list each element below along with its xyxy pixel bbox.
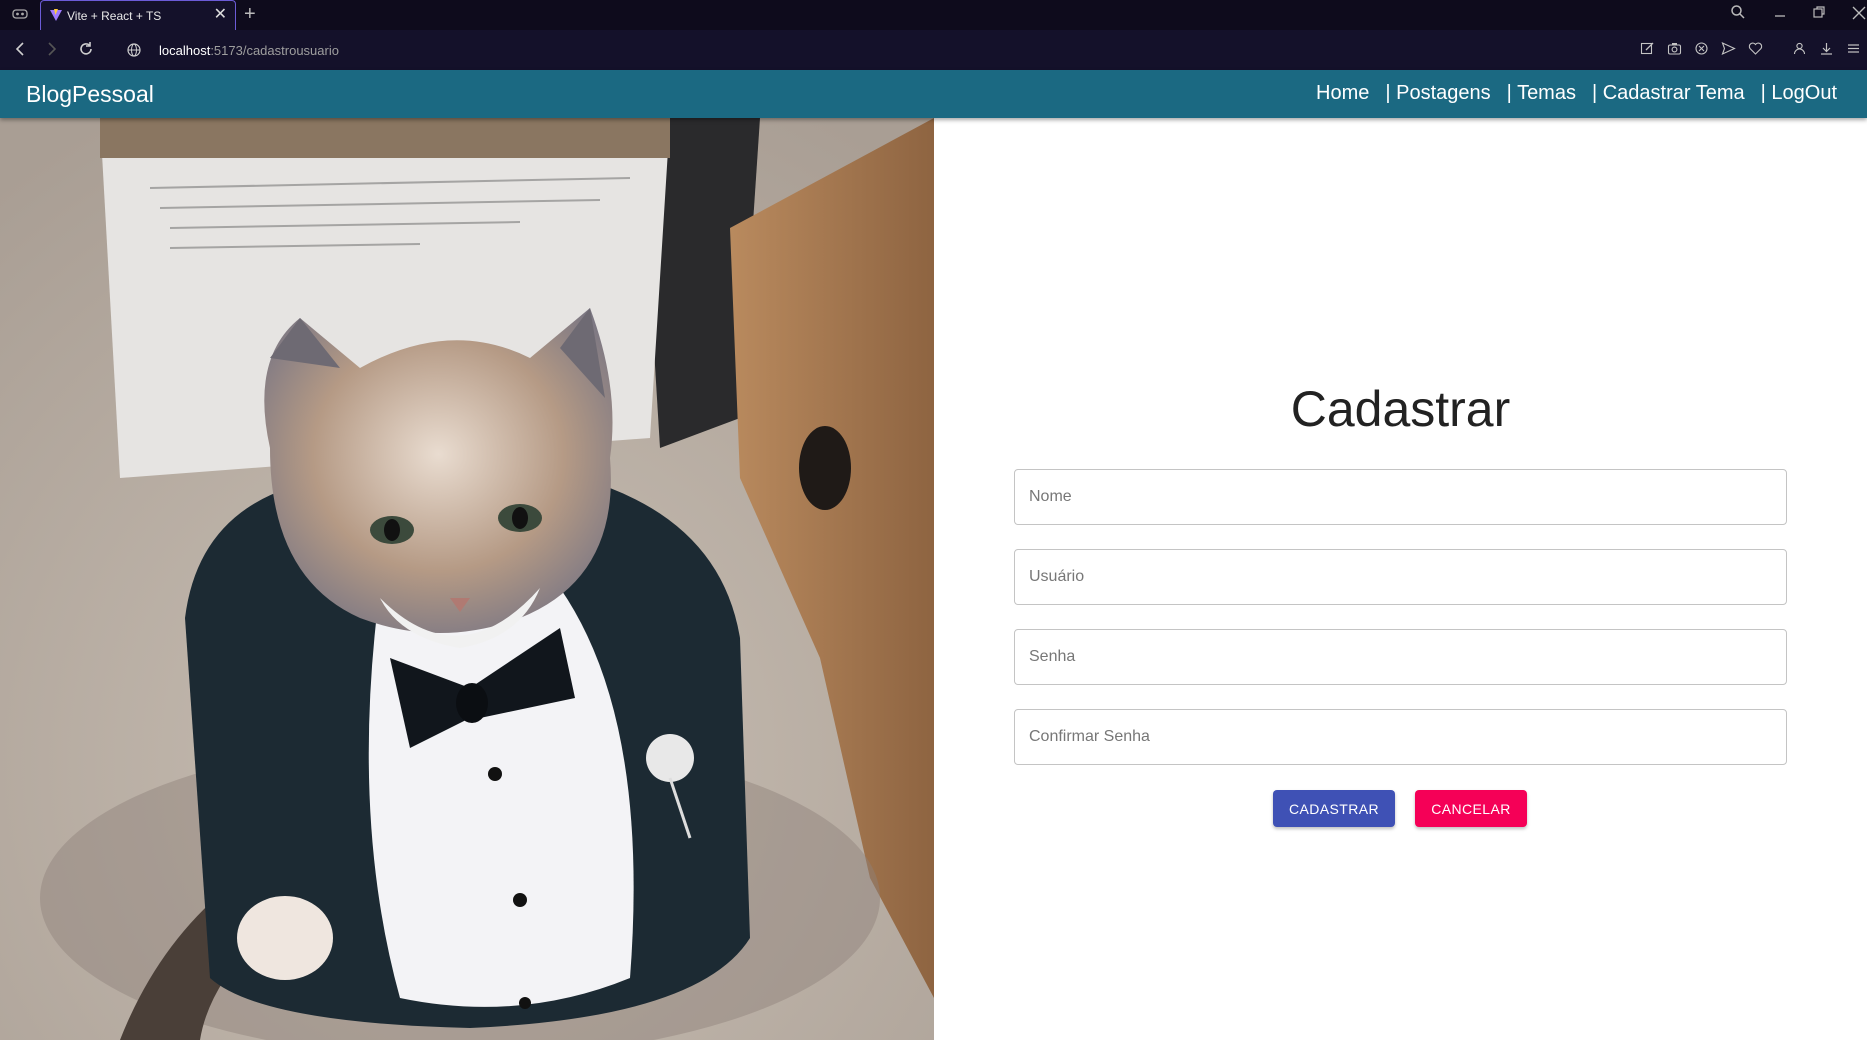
browser-tab[interactable]: Vite + React + TS ✕ (40, 0, 236, 31)
submit-button[interactable]: CADASTRAR (1273, 790, 1395, 827)
brand-logo[interactable]: BlogPessoal (26, 81, 154, 108)
app-navbar: BlogPessoal Home | Postagens | Temas | C… (0, 70, 1867, 118)
page-title: Cadastrar (1290, 381, 1511, 437)
signup-form: Cadastrar CADASTRAR CANCELAR (934, 118, 1867, 1040)
nav-link-logout[interactable]: | LogOut (1761, 82, 1837, 105)
cancel-button[interactable]: CANCELAR (1415, 790, 1527, 827)
password-field[interactable] (1014, 629, 1787, 685)
menu-icon[interactable] (1845, 41, 1861, 57)
username-field[interactable] (1014, 549, 1787, 605)
toolbar-separator (1774, 41, 1780, 57)
nav-link-cadastrar-tema[interactable]: | Cadastrar Tema (1592, 82, 1745, 105)
nav-link-temas[interactable]: | Temas (1507, 82, 1576, 105)
name-field[interactable] (1014, 469, 1787, 525)
password-input[interactable] (1015, 630, 1786, 684)
url-path: :5173/cadastrousuario (210, 43, 339, 58)
account-icon[interactable] (1791, 41, 1807, 57)
camera-icon[interactable] (1666, 41, 1682, 57)
close-icon[interactable]: ✕ (214, 6, 227, 24)
send-icon[interactable] (1720, 41, 1736, 57)
nav-link-postagens[interactable]: | Postagens (1385, 82, 1490, 105)
browser-toolbar (1639, 41, 1861, 57)
url-field[interactable]: localhost:5173/cadastrousuario (159, 43, 339, 58)
tab-title: Vite + React + TS (67, 9, 162, 23)
back-icon[interactable] (12, 40, 28, 62)
signup-photo (0, 118, 934, 1040)
forward-icon[interactable] (44, 40, 60, 62)
confirm-password-field[interactable] (1014, 709, 1787, 765)
restore-icon[interactable] (1811, 4, 1827, 24)
nav-link-home[interactable]: Home (1316, 82, 1369, 105)
confirm-password-input[interactable] (1015, 710, 1786, 764)
url-host: localhost (159, 43, 211, 58)
edit-icon[interactable] (1639, 41, 1655, 57)
close-window-icon[interactable] (1851, 4, 1867, 24)
nav-links: Home | Postagens | Temas | Cadastrar Tem… (1300, 82, 1837, 105)
minimize-icon[interactable] (1772, 4, 1788, 24)
shield-icon[interactable] (1693, 41, 1709, 57)
extensions-icon[interactable] (10, 7, 30, 23)
reload-icon[interactable] (78, 40, 94, 62)
address-bar: localhost:5173/cadastrousuario (0, 30, 1867, 70)
vite-favicon (49, 8, 63, 22)
download-icon[interactable] (1818, 41, 1834, 57)
browser-tab-bar: Vite + React + TS ✕ + (0, 0, 1867, 31)
username-input[interactable] (1015, 550, 1786, 604)
search-icon[interactable] (1730, 4, 1746, 24)
plus-icon[interactable]: + (244, 3, 256, 25)
globe-icon (126, 42, 142, 58)
name-input[interactable] (1015, 470, 1786, 524)
heart-icon[interactable] (1747, 41, 1763, 57)
